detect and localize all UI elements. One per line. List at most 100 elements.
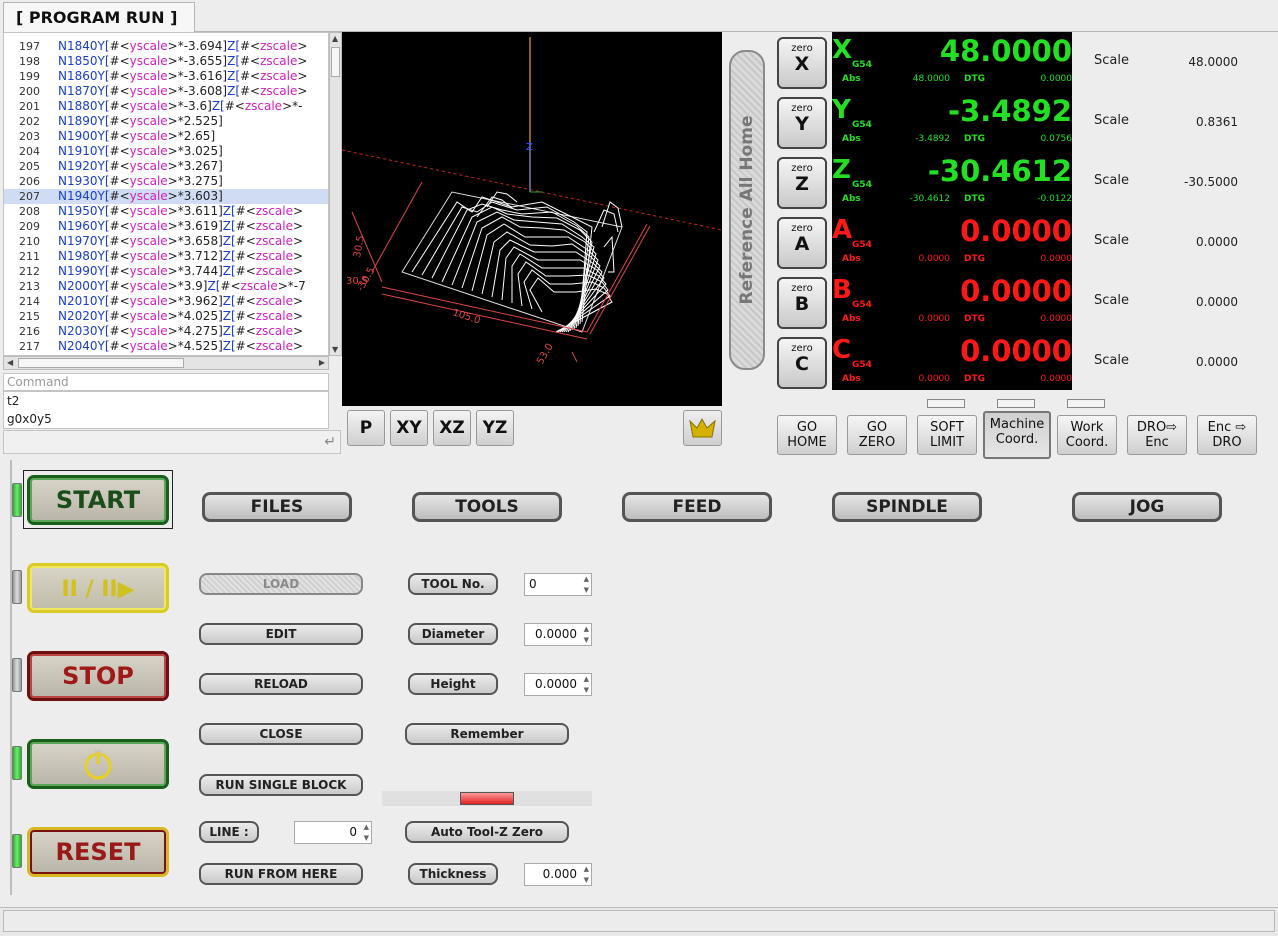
feed-tab-button[interactable]: FEED xyxy=(622,492,772,522)
scale-value-a[interactable]: 0.0000 xyxy=(1170,235,1238,249)
thickness-button[interactable]: Thickness xyxy=(408,863,498,885)
gcode-line[interactable]: 214 N2010Y[#<yscale>*3.962]Z[#<zscale> xyxy=(4,294,328,309)
dro-display: X G54 48.0000 Abs 48.0000 DTG 0.0000 Y G54 -3.489… xyxy=(832,32,1072,390)
files-tab-button[interactable]: FILES xyxy=(202,492,352,522)
go-home-button[interactable]: GO HOME xyxy=(777,415,837,455)
scale-value-b[interactable]: 0.0000 xyxy=(1170,295,1238,309)
run-from-here-button[interactable]: RUN FROM HERE xyxy=(199,863,363,885)
gcode-line[interactable]: 216 N2030Y[#<yscale>*4.275]Z[#<zscale> xyxy=(4,324,328,339)
tools-tab-button[interactable]: TOOLS xyxy=(412,492,562,522)
dro-axis-letter: Z xyxy=(832,155,851,185)
gcode-line[interactable]: 209 N1960Y[#<yscale>*3.619]Z[#<zscale> xyxy=(4,219,328,234)
machine-coord-button[interactable]: Machine Coord. xyxy=(983,411,1051,459)
diameter-button[interactable]: Diameter xyxy=(408,623,498,645)
scale-value-x[interactable]: 48.0000 xyxy=(1170,55,1238,69)
view-perspective-button[interactable]: P xyxy=(347,410,385,446)
gcode-line[interactable]: 208 N1950Y[#<yscale>*3.611]Z[#<zscale> xyxy=(4,204,328,219)
gcode-line[interactable]: 205 N1920Y[#<yscale>*3.267] xyxy=(4,159,328,174)
auto-tool-z-zero-button[interactable]: Auto Tool-Z Zero xyxy=(405,821,569,843)
gcode-line[interactable]: 197 N1840Y[#<yscale>*-3.694]Z[#<zscale> xyxy=(4,39,328,54)
edit-button[interactable]: EDIT xyxy=(199,623,363,645)
gcode-line[interactable]: 199 N1860Y[#<yscale>*-3.616]Z[#<zscale> xyxy=(4,69,328,84)
zero-y-button[interactable]: zero Y xyxy=(777,97,827,149)
send-icon[interactable]: ↵ xyxy=(324,434,336,450)
soft-limit-button[interactable]: SOFT LIMIT xyxy=(917,415,977,455)
dro-position-value: 0.0000 xyxy=(960,274,1072,308)
gcode-text: N1840Y[#<yscale>*-3.694]Z[#<zscale> xyxy=(58,39,308,53)
command-input[interactable]: ↵ xyxy=(3,430,341,454)
view-xy-button[interactable]: XY xyxy=(390,410,428,446)
dro-axis-letter: C xyxy=(832,335,852,365)
gcode-line[interactable]: 201 N1880Y[#<yscale>*-3.6]Z[#<zscale>*- xyxy=(4,99,328,114)
gcode-line[interactable]: 212 N1990Y[#<yscale>*3.744]Z[#<zscale> xyxy=(4,264,328,279)
gcode-line[interactable]: 198 N1850Y[#<yscale>*-3.655]Z[#<zscale> xyxy=(4,54,328,69)
gcode-text: N2000Y[#<yscale>*3.9]Z[#<zscale>*-7 xyxy=(58,279,306,293)
gcode-text: N1940Y[#<yscale>*3.603] xyxy=(58,189,223,203)
gcode-text: N2040Y[#<yscale>*4.525]Z[#<zscale> xyxy=(58,339,304,353)
reload-button[interactable]: RELOAD xyxy=(199,673,363,695)
gcode-line[interactable]: 204 N1910Y[#<yscale>*3.025] xyxy=(4,144,328,159)
btn-line1: Machine xyxy=(989,417,1045,432)
gcode-text: N1870Y[#<yscale>*-3.608]Z[#<zscale> xyxy=(58,84,308,98)
pause-resume-button[interactable]: II / II▶ xyxy=(27,563,169,613)
tool-number-input[interactable]: 0 ▲ ▼ xyxy=(524,573,592,596)
dro-row-x: X G54 48.0000 Abs 48.0000 DTG 0.0000 xyxy=(832,32,1072,92)
enc-to-dro-button[interactable]: Enc ⇨ DRO xyxy=(1197,415,1257,455)
go-zero-button[interactable]: GO ZERO xyxy=(847,415,907,455)
tab-program-run[interactable]: [ PROGRAM RUN ] xyxy=(3,2,195,32)
tool-number-button[interactable]: TOOL No. xyxy=(408,573,498,595)
zero-a-button[interactable]: zero A xyxy=(777,217,827,269)
gcode-line[interactable]: 206 N1930Y[#<yscale>*3.275] xyxy=(4,174,328,189)
gcode-horizontal-scrollbar[interactable]: ◀ ▶ xyxy=(3,356,329,370)
view-yz-button[interactable]: YZ xyxy=(476,410,514,446)
reference-all-home-button[interactable]: Reference All Home xyxy=(729,50,765,370)
run-single-block-button[interactable]: RUN SINGLE BLOCK xyxy=(199,774,363,796)
start-button[interactable]: START xyxy=(27,475,169,525)
scale-value-y[interactable]: 0.8361 xyxy=(1170,115,1238,129)
remember-button[interactable]: Remember xyxy=(405,723,569,745)
gcode-line[interactable]: 217 N2040Y[#<yscale>*4.525]Z[#<zscale> xyxy=(4,339,328,354)
gcode-vertical-scrollbar[interactable]: ▲ ▼ xyxy=(329,32,342,356)
line-button[interactable]: LINE : xyxy=(199,821,259,843)
gcode-line[interactable]: 210 N1970Y[#<yscale>*3.658]Z[#<zscale> xyxy=(4,234,328,249)
stop-button[interactable]: STOP xyxy=(27,651,169,701)
zero-b-button[interactable]: zero B xyxy=(777,277,827,329)
dro-dtg-label: DTG xyxy=(964,374,985,384)
dro-abs-label: Abs xyxy=(842,374,861,384)
spindle-tab-button[interactable]: SPINDLE xyxy=(832,492,982,522)
work-coord-button[interactable]: Work Coord. xyxy=(1057,415,1117,455)
reset-button[interactable]: RESET xyxy=(27,827,169,877)
height-button[interactable]: Height xyxy=(408,673,498,695)
jog-tab-button[interactable]: JOG xyxy=(1072,492,1222,522)
height-input[interactable]: 0.0000 ▲ ▼ xyxy=(524,673,592,696)
power-button[interactable] xyxy=(27,739,169,789)
gcode-text: N1910Y[#<yscale>*3.025] xyxy=(58,144,223,158)
zero-c-button[interactable]: zero C xyxy=(777,337,827,389)
diameter-input[interactable]: 0.0000 ▲ ▼ xyxy=(524,623,592,646)
gcode-line[interactable]: 215 N2020Y[#<yscale>*4.025]Z[#<zscale> xyxy=(4,309,328,324)
dro-to-enc-button[interactable]: DRO⇨ Enc xyxy=(1127,415,1187,455)
line-number: 202 xyxy=(19,115,40,128)
line-number: 204 xyxy=(19,145,40,158)
view-xz-button[interactable]: XZ xyxy=(433,410,471,446)
clear-view-button[interactable] xyxy=(683,410,722,446)
line-number: 197 xyxy=(19,40,40,53)
thickness-input[interactable]: 0.000 ▲ ▼ xyxy=(524,863,592,886)
line-number-input[interactable]: 0 ▲ ▼ xyxy=(294,821,372,844)
btn-line2: DRO xyxy=(1212,435,1242,450)
scale-value-c[interactable]: 0.0000 xyxy=(1170,355,1238,369)
gcode-listing[interactable]: 197 N1840Y[#<yscale>*-3.694]Z[#<zscale> 19… xyxy=(3,32,329,356)
gcode-line[interactable]: 211 N1980Y[#<yscale>*3.712]Z[#<zscale> xyxy=(4,249,328,264)
load-button[interactable]: LOAD xyxy=(199,573,363,595)
gcode-line[interactable]: 213 N2000Y[#<yscale>*3.9]Z[#<zscale>*-7 xyxy=(4,279,328,294)
scale-value-z[interactable]: -30.5000 xyxy=(1170,175,1238,189)
gcode-line[interactable]: 202 N1890Y[#<yscale>*2.525] xyxy=(4,114,328,129)
close-button[interactable]: CLOSE xyxy=(199,723,363,745)
gcode-line[interactable]: 200 N1870Y[#<yscale>*-3.608]Z[#<zscale> xyxy=(4,84,328,99)
zero-x-button[interactable]: zero X xyxy=(777,37,827,89)
gcode-line[interactable]: 207 N1940Y[#<yscale>*3.603] xyxy=(4,189,328,204)
toolpath-3d-view[interactable]: Z 105.0 53.0 -30.5 30.5 30.5 xyxy=(342,32,722,406)
zero-z-button[interactable]: zero Z xyxy=(777,157,827,209)
dim-z-range: 30.5 xyxy=(352,235,367,259)
gcode-line[interactable]: 203 N1900Y[#<yscale>*2.65] xyxy=(4,129,328,144)
